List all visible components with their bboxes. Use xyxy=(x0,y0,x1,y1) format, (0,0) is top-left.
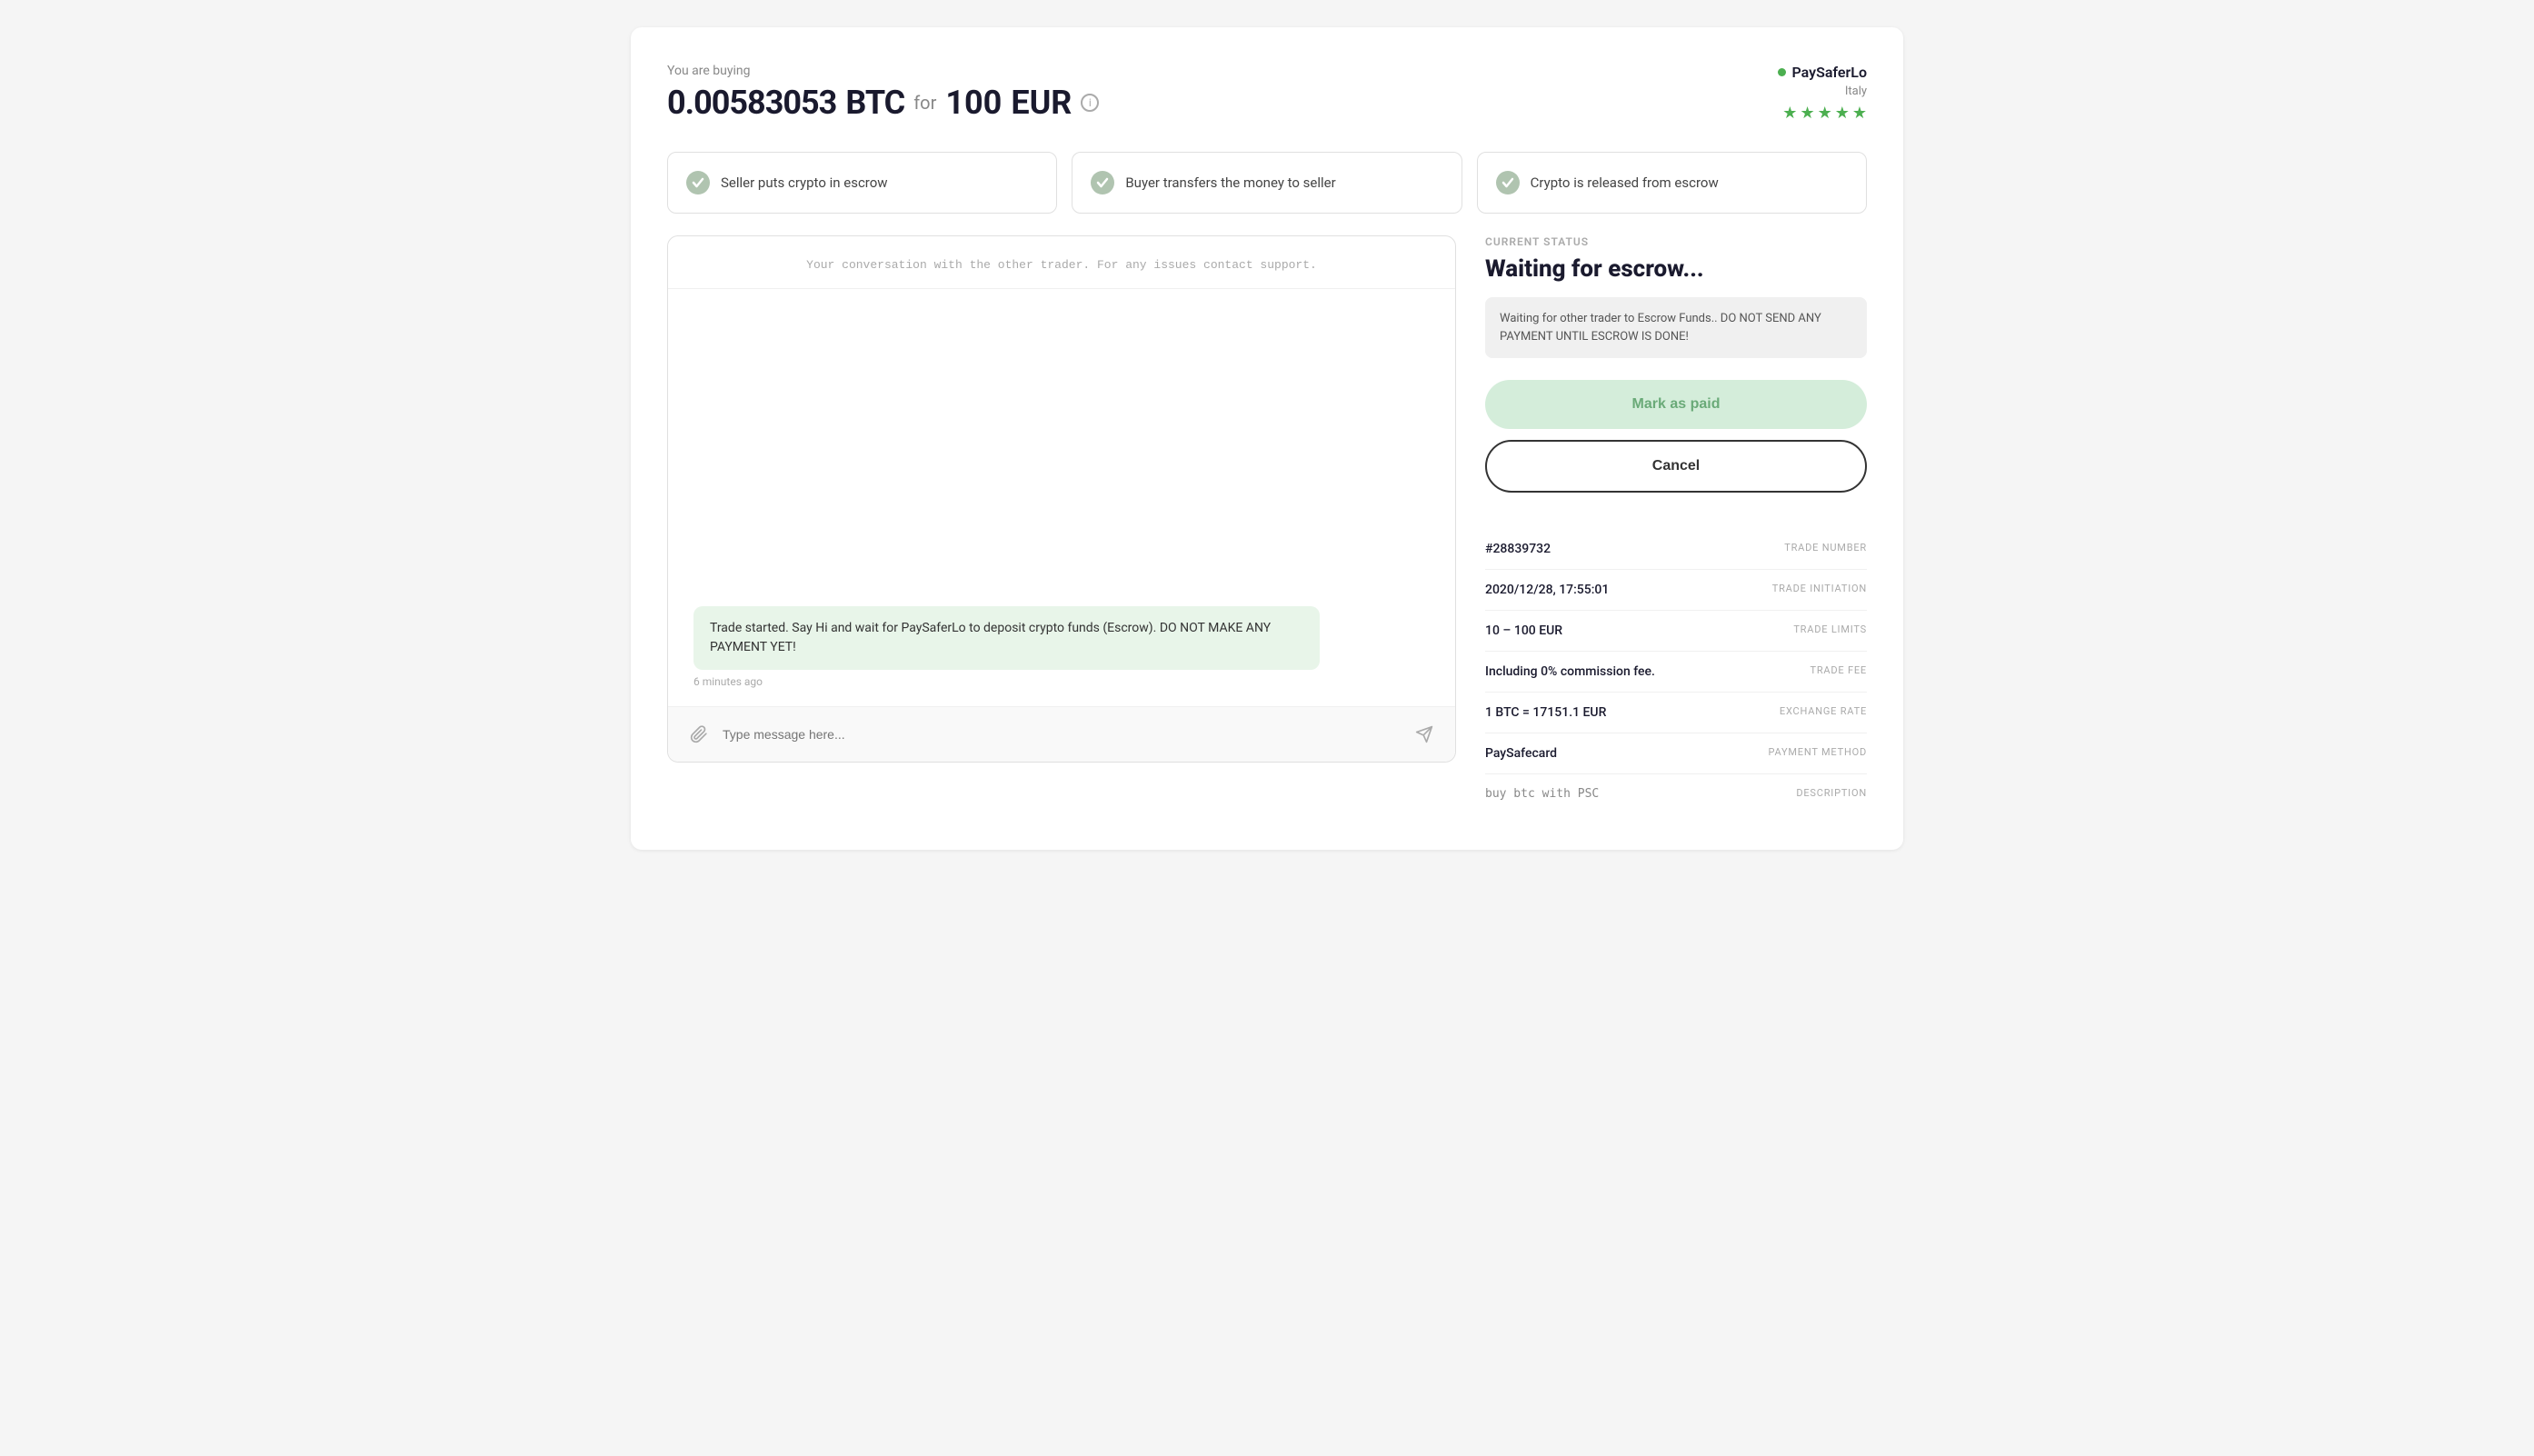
online-indicator xyxy=(1778,68,1786,76)
trade-number-row: #28839732 TRADE NUMBER xyxy=(1485,529,1867,570)
trade-limits-label: TRADE LIMITS xyxy=(1793,623,1867,635)
description-label: DESCRIPTION xyxy=(1796,787,1867,799)
trade-fee-value: Including 0% commission fee. xyxy=(1485,664,1655,679)
description-row: buy btc with PSC DESCRIPTION xyxy=(1485,774,1867,813)
trade-fee-label: TRADE FEE xyxy=(1810,664,1867,676)
exchange-rate-value: 1 BTC = 17151.1 EUR xyxy=(1485,705,1606,720)
trade-initiation-label: TRADE INITIATION xyxy=(1772,583,1867,594)
seller-stars: ★ ★ ★ ★ ★ xyxy=(1778,104,1867,123)
main-layout: Your conversation with the other trader.… xyxy=(667,235,1867,813)
trade-number-label: TRADE NUMBER xyxy=(1784,542,1867,553)
step-2-card: Buyer transfers the money to seller xyxy=(1072,152,1462,214)
chat-input-area xyxy=(668,706,1455,762)
chat-info-bar: Your conversation with the other trader.… xyxy=(668,236,1455,289)
chat-input[interactable] xyxy=(723,727,1401,742)
star-5: ★ xyxy=(1852,104,1867,123)
seller-online-row: PaySaferLo xyxy=(1778,64,1867,81)
star-3: ★ xyxy=(1818,104,1832,123)
status-title: Waiting for escrow... xyxy=(1485,255,1867,283)
payment-method-value: PaySafecard xyxy=(1485,746,1557,761)
step-1-text: Seller puts crypto in escrow xyxy=(721,174,888,193)
payment-method-row: PaySafecard PAYMENT METHOD xyxy=(1485,733,1867,774)
step-2-check xyxy=(1091,171,1114,194)
seller-name: PaySaferLo xyxy=(1791,64,1867,81)
trade-initiation-row: 2020/12/28, 17:55:01 TRADE INITIATION xyxy=(1485,570,1867,611)
current-status-label: CURRENT STATUS xyxy=(1485,235,1867,248)
trade-number-value: #28839732 xyxy=(1485,542,1551,556)
trade-initiation-value: 2020/12/28, 17:55:01 xyxy=(1485,583,1609,597)
eur-currency: EUR xyxy=(1011,84,1072,122)
message-time: 6 minutes ago xyxy=(693,675,1430,688)
trade-amount-row: 0.00583053 BTC for 100 EUR i xyxy=(667,84,1099,122)
exchange-rate-label: EXCHANGE RATE xyxy=(1780,705,1867,717)
step-1-check xyxy=(686,171,710,194)
cancel-button[interactable]: Cancel xyxy=(1485,440,1867,493)
trade-limits-value: 10 – 100 EUR xyxy=(1485,623,1562,638)
right-panel: CURRENT STATUS Waiting for escrow... Wai… xyxy=(1485,235,1867,813)
system-message: Trade started. Say Hi and wait for PaySa… xyxy=(693,606,1320,670)
system-message-container: Trade started. Say Hi and wait for PaySa… xyxy=(693,606,1430,688)
btc-currency: BTC xyxy=(845,84,904,122)
seller-info: PaySaferLo Italy ★ ★ ★ ★ ★ xyxy=(1778,64,1867,123)
chat-messages: Trade started. Say Hi and wait for PaySa… xyxy=(668,289,1455,706)
payment-method-label: PAYMENT METHOD xyxy=(1769,746,1867,758)
description-value: buy btc with PSC xyxy=(1485,787,1599,801)
mark-as-paid-button[interactable]: Mark as paid xyxy=(1485,380,1867,429)
star-2: ★ xyxy=(1800,104,1814,123)
step-3-text: Crypto is released from escrow xyxy=(1531,174,1719,193)
you-are-buying-label: You are buying xyxy=(667,64,1099,78)
chat-section: Your conversation with the other trader.… xyxy=(667,235,1456,763)
chat-info-text: Your conversation with the other trader.… xyxy=(693,258,1430,272)
btc-amount: 0.00583053 xyxy=(667,84,836,122)
star-1: ★ xyxy=(1782,104,1797,123)
send-button[interactable] xyxy=(1412,722,1437,747)
page-header: You are buying 0.00583053 BTC for 100 EU… xyxy=(667,64,1867,123)
step-3-check xyxy=(1496,171,1520,194)
trade-info: You are buying 0.00583053 BTC for 100 EU… xyxy=(667,64,1099,122)
trade-limits-row: 10 – 100 EUR TRADE LIMITS xyxy=(1485,611,1867,652)
trade-details: #28839732 TRADE NUMBER 2020/12/28, 17:55… xyxy=(1485,529,1867,813)
for-label: for xyxy=(913,92,936,114)
trade-fee-row: Including 0% commission fee. TRADE FEE xyxy=(1485,652,1867,693)
steps-row: Seller puts crypto in escrow Buyer trans… xyxy=(667,152,1867,214)
step-3-card: Crypto is released from escrow xyxy=(1477,152,1867,214)
chat-box: Your conversation with the other trader.… xyxy=(667,235,1456,763)
eur-amount: 100 xyxy=(945,84,1002,122)
exchange-rate-row: 1 BTC = 17151.1 EUR EXCHANGE RATE xyxy=(1485,693,1867,733)
status-notice: Waiting for other trader to Escrow Funds… xyxy=(1485,297,1867,358)
seller-location: Italy xyxy=(1778,85,1867,98)
step-1-card: Seller puts crypto in escrow xyxy=(667,152,1057,214)
info-icon[interactable]: i xyxy=(1081,94,1099,112)
step-2-text: Buyer transfers the money to seller xyxy=(1125,174,1335,193)
attach-button[interactable] xyxy=(686,722,712,747)
star-4: ★ xyxy=(1835,104,1850,123)
